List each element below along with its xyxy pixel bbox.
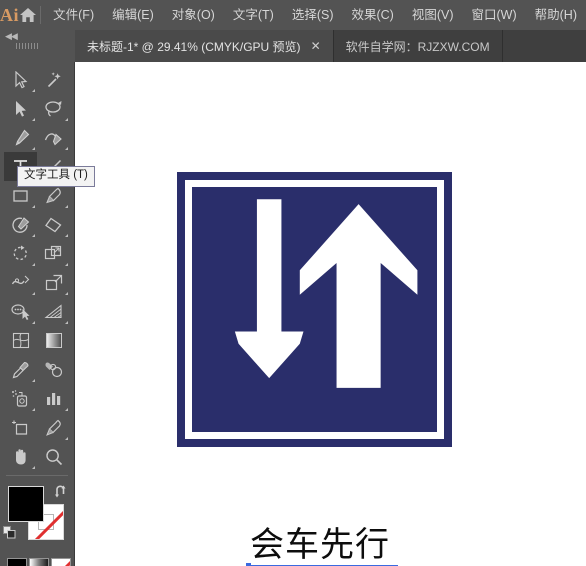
column-graph-tool[interactable] [37, 384, 70, 413]
tool-corner-marker [65, 408, 68, 411]
document-tab-active[interactable]: 未标题-1* @ 29.41% (CMYK/GPU 预览) ✕ [75, 30, 334, 62]
tools-panel: ••• [0, 62, 75, 566]
document-tab-inactive[interactable]: 软件自学网：RJZXW.COM [333, 30, 503, 62]
tool-corner-marker [32, 147, 35, 150]
menu-bar: Ai 文件(F) 编辑(E) 对象(O) 文字(T) 选择(S) 效果(C) 视… [0, 0, 586, 30]
collapse-panel-icon[interactable]: ◀◀ [0, 30, 18, 41]
document-tab-title: 未标题-1* @ 29.41% (CMYK/GPU 预览) [87, 39, 301, 54]
hand-tool[interactable] [4, 442, 37, 471]
traffic-sign-artwork[interactable] [177, 172, 452, 447]
tool-corner-marker [32, 118, 35, 121]
menu-edit[interactable]: 编辑(E) [103, 5, 163, 26]
menu-file[interactable]: 文件(F) [44, 5, 103, 26]
tool-corner-marker [65, 292, 68, 295]
menu-help[interactable]: 帮助(H) [526, 5, 586, 26]
tool-corner-marker [32, 321, 35, 324]
tool-corner-marker [32, 466, 35, 469]
menu-object[interactable]: 对象(O) [163, 5, 224, 26]
arrow-up-shape [299, 204, 418, 388]
blend-tool[interactable] [37, 355, 70, 384]
tool-grid [0, 62, 74, 471]
close-icon[interactable]: ✕ [311, 40, 321, 52]
ai-logo: Ai [0, 4, 19, 25]
eraser-tool[interactable] [37, 210, 70, 239]
menu-type[interactable]: 文字(T) [224, 5, 283, 26]
swap-fill-stroke-icon[interactable] [54, 484, 68, 498]
symbol-sprayer-tool[interactable] [4, 384, 37, 413]
tool-corner-marker [65, 118, 68, 121]
eyedropper-tool[interactable] [4, 355, 37, 384]
zoom-tool[interactable] [37, 442, 70, 471]
menu-window[interactable]: 窗口(W) [463, 5, 526, 26]
tool-corner-marker [65, 205, 68, 208]
color-mode-row [7, 558, 74, 566]
arrow-down-shape [234, 199, 304, 379]
menu-item-list: 文件(F) 编辑(E) 对象(O) 文字(T) 选择(S) 效果(C) 视图(V… [44, 5, 586, 26]
menu-view[interactable]: 视图(V) [403, 5, 463, 26]
artboard-tool[interactable] [4, 413, 37, 442]
selection-tool[interactable] [4, 65, 37, 94]
caption-text[interactable]: 会车先行 [250, 528, 390, 562]
tool-corner-marker [32, 234, 35, 237]
gradient-mode-button[interactable] [29, 558, 49, 566]
rotate-tool[interactable] [4, 239, 37, 268]
tool-corner-marker [65, 234, 68, 237]
home-icon[interactable] [19, 0, 38, 30]
none-mode-button[interactable] [51, 558, 71, 566]
tool-corner-marker [32, 205, 35, 208]
curvature-tool[interactable] [37, 123, 70, 152]
tool-panel-header: ◀◀ [0, 30, 75, 62]
mesh-tool[interactable] [4, 326, 37, 355]
gradient-tool[interactable] [37, 326, 70, 355]
shaper-tool[interactable] [4, 210, 37, 239]
menu-divider [39, 6, 41, 24]
color-mode-button[interactable] [7, 558, 27, 566]
menu-effect[interactable]: 效果(C) [342, 5, 402, 26]
sign-white-band [185, 180, 444, 439]
type-tool-tooltip: 文字工具 (T) [17, 166, 95, 187]
perspective-grid-tool[interactable] [37, 297, 70, 326]
tool-corner-marker [32, 89, 35, 92]
fill-stroke-controls [0, 482, 74, 552]
magic-wand-tool[interactable] [37, 65, 70, 94]
tool-corner-marker [32, 292, 35, 295]
scale-tool[interactable] [37, 239, 70, 268]
shape-builder-tool[interactable] [4, 297, 37, 326]
none-slash-icon [53, 559, 70, 566]
tool-corner-marker [65, 147, 68, 150]
tool-corner-marker [65, 263, 68, 266]
menu-select[interactable]: 选择(S) [283, 5, 343, 26]
sign-arrows [234, 199, 418, 388]
sign-inner-field [192, 187, 437, 432]
slice-tool[interactable] [37, 413, 70, 442]
width-tool[interactable] [4, 268, 37, 297]
lasso-tool[interactable] [37, 94, 70, 123]
free-transform-tool[interactable] [37, 268, 70, 297]
tool-panel-divider [6, 475, 68, 476]
fill-swatch[interactable] [8, 486, 44, 522]
document-tab-title-2: 软件自学网：RJZXW.COM [345, 39, 490, 54]
illustrator-window: Ai 文件(F) 编辑(E) 对象(O) 文字(T) 选择(S) 效果(C) 视… [0, 0, 586, 566]
tool-corner-marker [32, 408, 35, 411]
tool-corner-marker [32, 263, 35, 266]
tool-corner-marker [65, 437, 68, 440]
document-tab-bar: ◀◀ 未标题-1* @ 29.41% (CMYK/GPU 预览) ✕ 软件自学网… [0, 30, 586, 62]
default-fill-stroke-icon[interactable] [3, 526, 16, 539]
tool-corner-marker [65, 321, 68, 324]
tool-corner-marker [32, 379, 35, 382]
tool-panel-grip[interactable] [16, 43, 40, 49]
pen-tool[interactable] [4, 123, 37, 152]
canvas-area[interactable]: 会车先行 [75, 62, 586, 566]
direct-selection-tool[interactable] [4, 94, 37, 123]
